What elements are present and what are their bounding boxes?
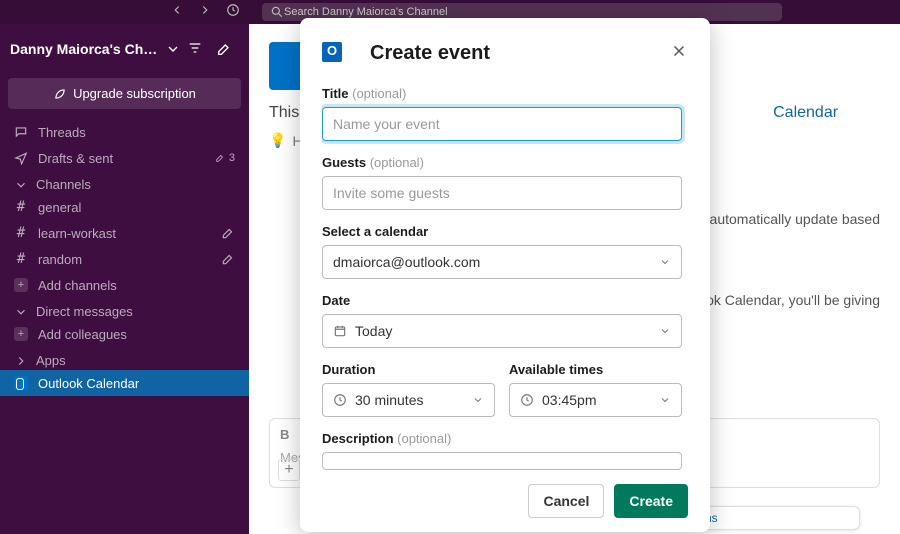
description-field: Description (optional) [322,431,682,470]
duration-label: Duration [322,362,495,377]
modal-footer: Cancel Create [322,474,688,518]
outlook-icon [322,36,356,70]
guests-field: Guests (optional) [322,155,682,210]
guests-label: Guests (optional) [322,155,682,170]
create-button[interactable]: Create [614,484,688,518]
cancel-button[interactable]: Cancel [528,484,604,518]
close-button[interactable] [670,42,688,65]
available-value: 03:45pm [542,392,596,408]
chevron-down-icon [659,325,671,337]
available-label: Available times [509,362,682,377]
available-select[interactable]: 03:45pm [509,383,682,417]
title-input[interactable] [322,107,682,141]
date-label: Date [322,293,682,308]
description-label: Description (optional) [322,431,682,446]
clock-icon [333,393,347,407]
chevron-down-icon [472,394,484,406]
title-field: Title (optional) [322,86,682,141]
modal-overlay: Create event Title (optional) Guests (op… [0,0,900,534]
calendar-icon [333,324,347,338]
chevron-down-icon [659,394,671,406]
create-event-modal: Create event Title (optional) Guests (op… [300,18,710,532]
duration-field: Duration 30 minutes [322,362,495,417]
duration-select[interactable]: 30 minutes [322,383,495,417]
available-field: Available times 03:45pm [509,362,682,417]
description-input[interactable] [322,452,682,470]
modal-title: Create event [370,42,490,65]
clock-icon [520,393,534,407]
calendar-value: dmaiorca@outlook.com [333,254,480,270]
date-value: Today [355,323,392,339]
date-field: Date Today [322,293,682,348]
guests-input[interactable] [322,176,682,210]
calendar-select[interactable]: dmaiorca@outlook.com [322,245,682,279]
title-label: Title (optional) [322,86,682,101]
chevron-down-icon [659,256,671,268]
duration-value: 30 minutes [355,392,423,408]
calendar-field: Select a calendar dmaiorca@outlook.com [322,224,682,279]
calendar-label: Select a calendar [322,224,682,239]
date-select[interactable]: Today [322,314,682,348]
